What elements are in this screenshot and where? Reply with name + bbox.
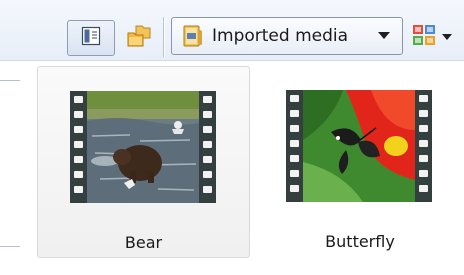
folders-button[interactable]: [122, 20, 156, 56]
scroll-edge-mark: [0, 246, 20, 247]
media-title: Butterfly: [325, 232, 395, 251]
details-pane-icon: [81, 26, 101, 50]
view-mode-button[interactable]: [412, 22, 462, 52]
toolbar-separator: [163, 17, 165, 57]
scroll-edge-mark: [0, 80, 20, 81]
media-item-butterfly[interactable]: Butterfly: [262, 66, 458, 258]
view-mode-icon: [412, 24, 436, 50]
video-film-icon: [70, 91, 216, 203]
toolbar: Imported media: [0, 0, 464, 61]
chevron-down-icon: [442, 33, 452, 41]
media-title: Bear: [124, 233, 163, 252]
dropdown-arrow-icon: [378, 32, 390, 40]
media-item-bear[interactable]: Bear: [37, 66, 250, 258]
folder-icon: [182, 24, 204, 48]
video-film-icon: [286, 90, 432, 202]
location-dropdown-value: Imported media: [212, 26, 349, 46]
details-pane-toggle-button[interactable]: [67, 20, 115, 56]
folders-icon: [126, 24, 152, 52]
location-dropdown[interactable]: Imported media: [171, 17, 403, 55]
